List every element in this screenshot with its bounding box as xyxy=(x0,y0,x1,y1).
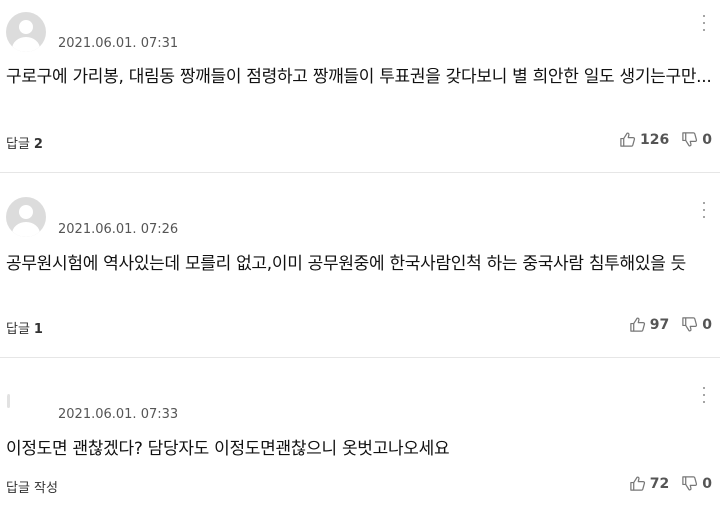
thumbs-down-icon xyxy=(682,317,698,332)
vote-controls: 97 0 xyxy=(629,316,712,333)
dislike-count: 0 xyxy=(702,316,712,333)
write-reply-button[interactable]: 답글 작성 xyxy=(6,477,58,496)
avatar-head-shape xyxy=(19,205,33,219)
avatar[interactable] xyxy=(6,382,46,422)
thumbs-up-icon xyxy=(630,476,645,491)
dislike-button[interactable]: 0 xyxy=(681,316,712,333)
comment-text: 구로구에 가리봉, 대림동 짱깨들이 점령하고 짱깨들이 투표권을 갖다보니 별… xyxy=(6,67,712,87)
more-options-icon[interactable] xyxy=(702,15,706,31)
comment-timestamp: 2021.06.01. 07:26 xyxy=(58,222,179,237)
avatar-head-shape xyxy=(19,20,33,34)
like-button[interactable]: 72 xyxy=(629,475,669,492)
dislike-count: 0 xyxy=(702,131,712,148)
reply-count: 2 xyxy=(33,137,43,152)
comment-item: 2021.06.01. 07:26 공무원시험에 역사있는데 모를리 없고,이미… xyxy=(0,173,720,357)
thumbs-down-icon xyxy=(682,132,698,147)
like-count: 72 xyxy=(649,475,670,492)
thumbs-up-icon xyxy=(620,132,636,147)
reply-button[interactable]: 답글 2 xyxy=(6,133,43,152)
reply-label: 답글 작성 xyxy=(6,481,58,496)
vote-controls: 126 0 xyxy=(619,131,712,148)
comment-text: 공무원시험에 역사있는데 모를리 없고,이미 공무원중에 한국사람인척 하는 중… xyxy=(6,254,686,274)
dislike-button[interactable]: 0 xyxy=(681,131,712,148)
avatar-placeholder-mark xyxy=(7,394,10,408)
avatar-body-shape xyxy=(12,222,40,237)
more-options-icon[interactable] xyxy=(702,202,706,218)
thumbs-up-icon xyxy=(630,317,645,332)
comment-item: 2021.06.01. 07:33 이정도면 괜찮겠다? 담당자도 이정도면괜찮… xyxy=(0,358,720,510)
like-button[interactable]: 97 xyxy=(629,316,669,333)
reply-label: 답글 xyxy=(6,322,30,337)
comment-timestamp: 2021.06.01. 07:33 xyxy=(58,407,179,422)
dislike-button[interactable]: 0 xyxy=(681,475,712,492)
like-count: 97 xyxy=(649,316,670,333)
vote-controls: 72 0 xyxy=(629,475,712,492)
comment-text: 이정도면 괜찮겠다? 담당자도 이정도면괜찮으니 옷벗고나오세요 xyxy=(6,439,450,459)
like-count: 126 xyxy=(640,131,670,148)
dislike-count: 0 xyxy=(702,475,712,492)
reply-label: 답글 xyxy=(6,137,30,152)
reply-count: 1 xyxy=(33,322,43,337)
avatar-body-shape xyxy=(12,37,40,52)
more-options-icon[interactable] xyxy=(702,387,706,403)
comment-timestamp: 2021.06.01. 07:31 xyxy=(58,36,179,51)
thumbs-down-icon xyxy=(682,476,698,491)
avatar[interactable] xyxy=(6,197,46,237)
comment-item: 2021.06.01. 07:31 구로구에 가리봉, 대림동 짱깨들이 점령하… xyxy=(0,0,720,172)
like-button[interactable]: 126 xyxy=(619,131,669,148)
avatar[interactable] xyxy=(6,12,46,52)
reply-button[interactable]: 답글 1 xyxy=(6,318,43,337)
